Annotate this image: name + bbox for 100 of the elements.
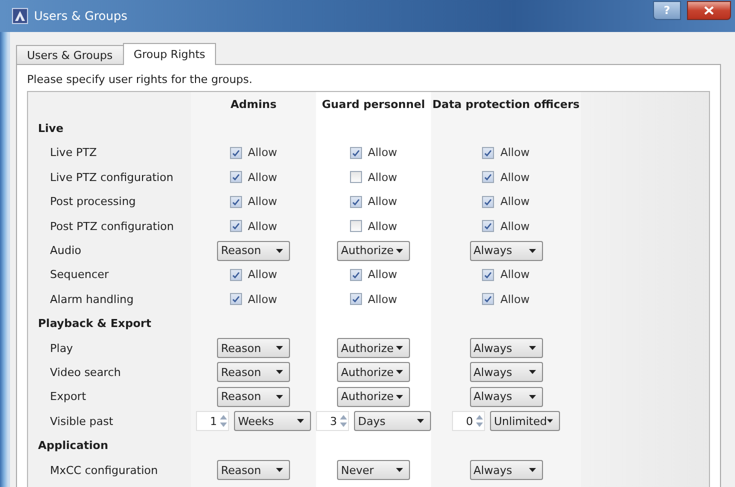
instruction-text: Please specify user rights for the groups.: [27, 73, 254, 86]
checkbox[interactable]: [230, 171, 242, 184]
checkbox[interactable]: [230, 146, 242, 159]
dropdown[interactable]: Always: [470, 338, 542, 358]
caret-icon: [396, 394, 403, 399]
row-label: MxCC configuration: [49, 464, 158, 477]
section-title: Application: [37, 439, 108, 452]
checkbox-label: Allow: [368, 220, 398, 233]
caret-icon: [528, 370, 536, 374]
row-label: Visible past: [49, 414, 114, 428]
checkmark-icon: [352, 270, 360, 279]
checkmark-icon: [232, 222, 240, 230]
checkbox[interactable]: [350, 293, 362, 306]
row-label: Export: [49, 390, 86, 404]
row-label: Sequencer: [49, 268, 109, 282]
caret-icon: [276, 248, 283, 253]
column-header: Guard personnel: [322, 98, 426, 111]
checkbox-label: Allow: [500, 220, 530, 233]
number-spinbox[interactable]: 3: [316, 411, 349, 432]
caret-icon: [396, 248, 403, 253]
row-label: Post PTZ configuration: [49, 220, 174, 233]
dropdown[interactable]: Always: [470, 240, 542, 261]
checkbox[interactable]: [350, 268, 362, 281]
checkmark-icon: [232, 295, 240, 304]
checkmark-icon: [484, 295, 492, 304]
caret-icon: [546, 419, 553, 424]
dropdown[interactable]: Always: [470, 460, 542, 480]
checkmark-icon: [484, 173, 492, 182]
checkbox[interactable]: [482, 268, 494, 281]
checkbox[interactable]: [482, 196, 494, 208]
caret-icon: [396, 468, 403, 472]
checkbox-label: Allow: [500, 292, 530, 306]
dropdown[interactable]: Never: [337, 460, 410, 480]
checkbox[interactable]: [482, 146, 494, 159]
caret-icon: [396, 370, 403, 374]
checkbox-label: Allow: [248, 195, 278, 208]
checkbox[interactable]: [350, 146, 362, 159]
dropdown[interactable]: Authorize: [337, 362, 410, 382]
dropdown[interactable]: Reason: [217, 338, 290, 358]
caret-icon: [417, 419, 424, 424]
dropdown[interactable]: Always: [470, 386, 542, 407]
dropdown[interactable]: Reason: [217, 240, 290, 261]
window-title: Users & Groups: [34, 9, 128, 23]
tab[interactable]: Group Rights: [122, 43, 216, 65]
checkbox-label: Allow: [500, 146, 530, 160]
row-label: Post processing: [49, 195, 136, 208]
dropdown[interactable]: Reason: [217, 362, 290, 382]
caret-icon: [297, 419, 304, 424]
number-spinbox[interactable]: 0: [452, 411, 485, 432]
close-icon: [704, 6, 714, 14]
checkbox-label: Allow: [500, 170, 530, 184]
caret-icon: [276, 346, 283, 350]
checkbox-label: Allow: [500, 195, 530, 208]
row-label: Video search: [49, 366, 121, 379]
checkbox-label: Allow: [248, 292, 278, 306]
checkbox[interactable]: [230, 293, 242, 306]
close-button[interactable]: [687, 0, 731, 20]
dropdown[interactable]: Authorize: [337, 386, 410, 407]
section-title: Playback & Export: [37, 317, 152, 330]
checkbox-label: Allow: [368, 170, 398, 184]
checkbox[interactable]: [230, 196, 242, 208]
checkbox-label: Allow: [248, 268, 278, 282]
row-label: Audio: [49, 244, 82, 258]
dropdown[interactable]: Reason: [217, 386, 290, 407]
row-label: Live PTZ configuration: [49, 170, 174, 184]
caret-icon: [528, 394, 536, 399]
checkbox[interactable]: [482, 220, 494, 232]
row-label: Live PTZ: [49, 146, 97, 160]
checkmark-icon: [352, 148, 360, 157]
caret-icon: [396, 346, 403, 350]
checkbox[interactable]: [482, 171, 494, 184]
checkmark-icon: [352, 198, 360, 206]
unit-dropdown[interactable]: Unlimited: [490, 411, 560, 432]
checkmark-icon: [484, 148, 492, 157]
checkbox[interactable]: [350, 196, 362, 208]
checkbox-label: Allow: [248, 146, 278, 160]
checkmark-icon: [232, 270, 240, 279]
checkbox[interactable]: [230, 268, 242, 281]
checkbox[interactable]: [230, 220, 242, 232]
checkbox[interactable]: [482, 293, 494, 306]
caret-icon: [276, 370, 283, 374]
column-header: Admins: [230, 98, 276, 111]
caret-icon: [528, 248, 536, 253]
unit-dropdown[interactable]: Weeks: [234, 411, 311, 432]
checkbox[interactable]: [350, 220, 362, 232]
checkbox[interactable]: [350, 171, 362, 184]
dropdown[interactable]: Authorize: [337, 338, 410, 358]
caret-icon: [276, 468, 283, 472]
app-icon: [12, 8, 28, 24]
checkbox-label: Allow: [368, 146, 398, 160]
dropdown[interactable]: Reason: [217, 460, 290, 480]
number-spinbox[interactable]: 1: [196, 411, 229, 432]
dropdown[interactable]: Authorize: [337, 240, 410, 261]
unit-dropdown[interactable]: Days: [354, 411, 431, 432]
dropdown[interactable]: Always: [470, 362, 542, 382]
caret-icon: [528, 468, 536, 472]
checkbox-label: Allow: [368, 268, 398, 282]
row-label: Alarm handling: [49, 292, 134, 306]
tab[interactable]: Users & Groups: [16, 45, 124, 64]
checkbox-label: Allow: [368, 292, 398, 306]
